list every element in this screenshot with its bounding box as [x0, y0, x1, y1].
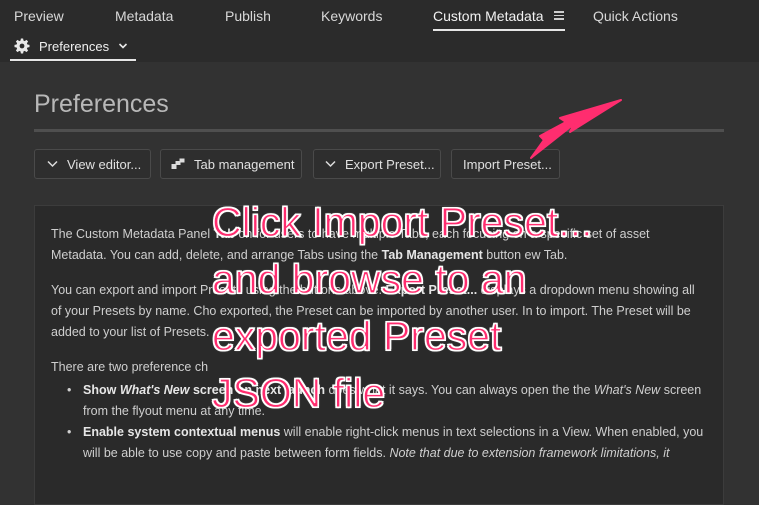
page-title: Preferences [34, 90, 169, 118]
view-editor-button[interactable]: View editor... [34, 149, 151, 179]
sub-tab-bar: Preferences [0, 33, 759, 62]
tab-metadata[interactable]: Metadata [115, 8, 173, 24]
top-tab-bar: Preview Metadata Publish Keywords Custom… [0, 0, 759, 33]
tab-quick-actions[interactable]: Quick Actions [593, 8, 678, 24]
chevron-down-icon [119, 43, 128, 49]
gear-icon [14, 38, 30, 54]
export-preset-button[interactable]: Export Preset... [313, 149, 441, 179]
tab-keywords[interactable]: Keywords [321, 8, 382, 24]
tab-publish[interactable]: Publish [225, 8, 271, 24]
tab-management-icon [171, 158, 185, 169]
chevron-down-icon [325, 160, 336, 168]
tab-preview[interactable]: Preview [14, 8, 64, 24]
chevron-down-icon [47, 160, 58, 168]
preferences-tab[interactable]: Preferences [14, 38, 128, 54]
view-editor-label: View editor... [67, 156, 142, 172]
list-item: Enable system contextual menus will enab… [67, 422, 707, 464]
hamburger-menu-icon[interactable] [554, 11, 564, 20]
tab-management-button[interactable]: Tab management [160, 149, 302, 179]
active-tab-indicator [433, 29, 565, 31]
preferences-tab-label: Preferences [39, 38, 110, 54]
annotation-callout: Click Import Preset... and browse to an … [211, 198, 593, 416]
tab-management-label: Tab management [194, 156, 295, 172]
annotation-arrow-icon [530, 99, 622, 159]
export-preset-label: Export Preset... [345, 156, 435, 172]
tab-custom-metadata[interactable]: Custom Metadata [433, 8, 544, 24]
preferences-tab-indicator [10, 59, 136, 61]
